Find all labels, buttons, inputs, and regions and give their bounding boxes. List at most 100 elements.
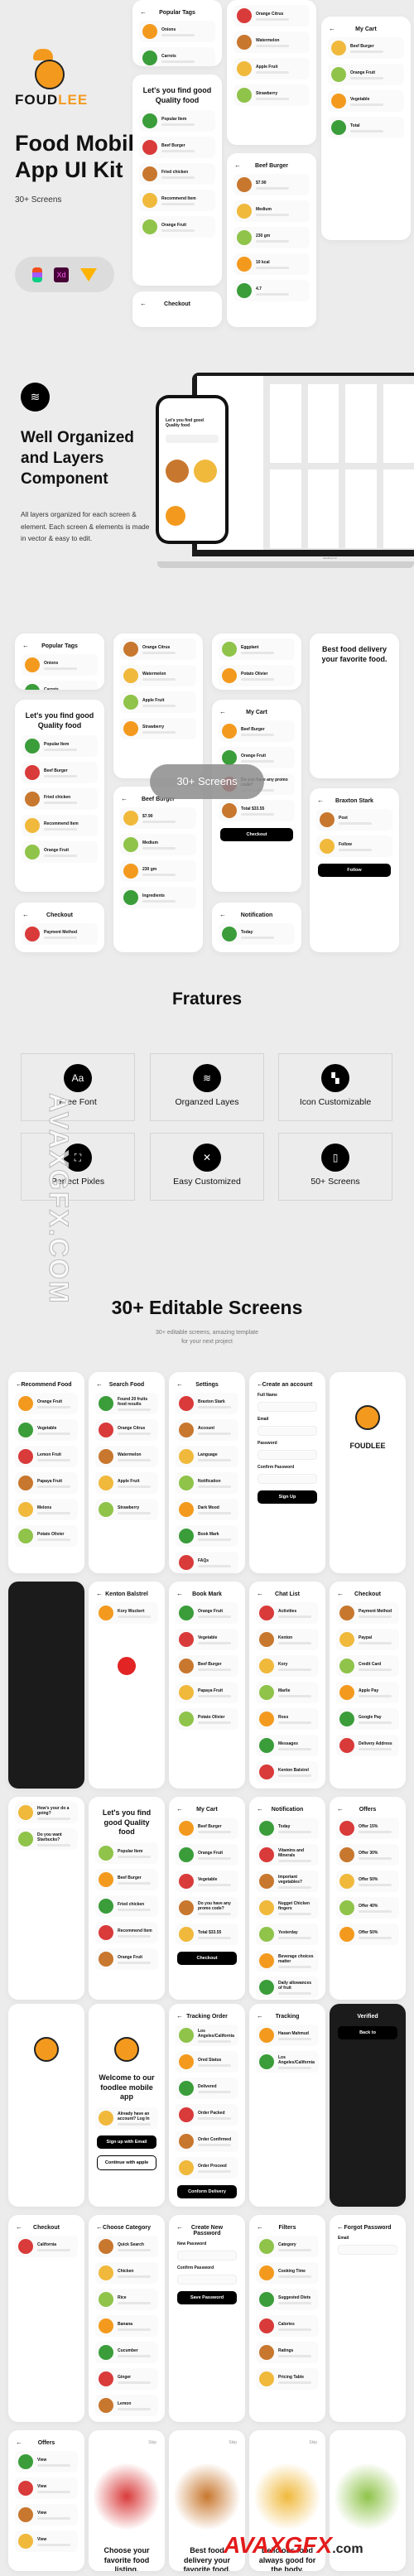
list-item[interactable]: Eggplant xyxy=(219,638,295,660)
list-item[interactable]: Marlie xyxy=(256,1682,319,1703)
list-item[interactable]: Recommend Item xyxy=(95,1922,158,1944)
list-item[interactable]: Medium xyxy=(120,834,196,855)
text-input[interactable] xyxy=(177,2251,237,2261)
back-arrow-icon[interactable]: ← xyxy=(329,25,335,32)
back-arrow-icon[interactable]: ← xyxy=(176,1805,183,1813)
list-item[interactable]: Notification xyxy=(176,1472,238,1494)
list-item[interactable]: Lemon xyxy=(95,2395,158,2416)
list-item[interactable]: Activities xyxy=(256,1602,319,1624)
list-item[interactable]: Hasan Mahmud xyxy=(256,2025,319,2046)
back-arrow-icon[interactable]: ← xyxy=(22,642,29,649)
list-item[interactable]: Offer 40% xyxy=(336,1897,399,1919)
list-item[interactable]: Orange Citrus xyxy=(120,638,196,660)
list-item[interactable]: Yesterday xyxy=(256,1924,319,1945)
list-item[interactable]: Dark Mood xyxy=(176,1499,238,1520)
list-item[interactable]: $7.90 xyxy=(233,174,310,195)
back-arrow-icon[interactable]: ← xyxy=(176,1380,183,1388)
list-item[interactable]: Book Mark xyxy=(176,1525,238,1547)
list-item[interactable]: Apple Fruit xyxy=(233,58,310,79)
list-item[interactable]: View xyxy=(15,2530,78,2552)
list-item[interactable]: Important vegetables? xyxy=(256,1871,319,1892)
list-item[interactable]: Watermelon xyxy=(95,1446,158,1467)
list-item[interactable]: Papaya Fruit xyxy=(15,1472,78,1494)
list-item[interactable]: Strawberry xyxy=(120,718,196,739)
list-item[interactable]: Total xyxy=(328,117,404,138)
list-item[interactable]: Orange Fruit xyxy=(22,841,98,864)
list-item[interactable]: Payment Method xyxy=(22,923,98,945)
primary-button[interactable]: Back to xyxy=(338,2026,397,2039)
list-item[interactable]: Fried chicken xyxy=(95,1895,158,1918)
list-item[interactable]: Cooking Time xyxy=(256,2262,319,2284)
list-item[interactable]: Kory Wuckert xyxy=(95,1602,158,1624)
list-item[interactable]: Delivered xyxy=(176,2078,238,2099)
list-item[interactable]: Beef Burger xyxy=(176,1818,238,1839)
list-item[interactable]: Banana xyxy=(95,2315,158,2337)
list-item[interactable]: Papaya Fruit xyxy=(176,1682,238,1703)
skip-button[interactable]: Skip xyxy=(148,2440,156,2445)
list-item[interactable]: Vegetable xyxy=(176,1629,238,1650)
list-item[interactable]: Ingredients xyxy=(120,887,196,908)
list-item[interactable]: Popular Item xyxy=(95,1842,158,1865)
list-item[interactable]: Do you have any promo code? xyxy=(176,1897,238,1919)
list-item[interactable]: Follow xyxy=(316,835,392,857)
list-item[interactable]: Pizza xyxy=(95,2421,158,2422)
primary-button[interactable]: Sign up with Email xyxy=(97,2135,156,2150)
list-item[interactable]: Orange Fruit xyxy=(328,64,404,85)
list-item[interactable]: Beef Burger xyxy=(139,137,215,159)
list-item[interactable]: Payment Method xyxy=(336,1602,399,1624)
back-arrow-icon[interactable]: ← xyxy=(219,708,226,715)
skip-button[interactable]: Skip xyxy=(229,2440,237,2445)
list-item[interactable]: Category xyxy=(256,2236,319,2257)
primary-button[interactable]: Sign Up xyxy=(258,1490,317,1504)
back-arrow-icon[interactable]: ← xyxy=(16,1380,22,1388)
list-item[interactable]: Fried chicken xyxy=(139,163,215,185)
list-item[interactable]: Carrots xyxy=(22,681,98,690)
list-item[interactable]: Language xyxy=(176,1446,238,1467)
list-item[interactable]: Total $33.55 xyxy=(219,800,295,821)
list-item[interactable]: Orange Fruit xyxy=(95,1948,158,1971)
back-arrow-icon[interactable]: ← xyxy=(337,1590,344,1597)
list-item[interactable]: Popular Item xyxy=(139,110,215,132)
list-item[interactable]: California xyxy=(15,2236,78,2257)
list-item[interactable]: Account xyxy=(176,1419,238,1441)
list-item[interactable]: Ross xyxy=(256,1708,319,1730)
primary-button[interactable]: Save Password xyxy=(177,2291,237,2304)
list-item[interactable]: Onions xyxy=(22,654,98,676)
list-item[interactable]: Orange Fruit xyxy=(15,1393,78,1414)
list-item[interactable]: 230 gm xyxy=(120,860,196,882)
list-item[interactable]: Orange Citrus xyxy=(233,5,310,26)
list-item[interactable]: Nugget Chicken fingers xyxy=(256,1897,319,1919)
back-arrow-icon[interactable]: ← xyxy=(140,300,147,307)
back-arrow-icon[interactable]: ← xyxy=(219,911,226,918)
text-input[interactable] xyxy=(258,1450,317,1460)
list-item[interactable]: Found 20 fruits food results xyxy=(95,1393,158,1414)
list-item[interactable]: Beef Burger xyxy=(95,1869,158,1891)
list-item[interactable]: Vegetable xyxy=(328,90,404,112)
list-item[interactable]: Vegetable xyxy=(15,1419,78,1441)
text-input[interactable] xyxy=(258,1426,317,1436)
back-arrow-icon[interactable]: ← xyxy=(257,1590,263,1597)
back-arrow-icon[interactable]: ← xyxy=(257,2012,263,2020)
back-arrow-icon[interactable]: ← xyxy=(257,2223,263,2231)
list-item[interactable]: Onions xyxy=(139,21,215,42)
list-item[interactable]: View xyxy=(15,2451,78,2472)
back-arrow-icon[interactable]: ← xyxy=(22,911,29,918)
list-item[interactable]: Order Confirmed xyxy=(176,2131,238,2152)
list-item[interactable]: Melons xyxy=(15,1499,78,1520)
list-item[interactable]: Beef Burger xyxy=(176,1655,238,1677)
list-item[interactable]: Credit Card xyxy=(336,1655,399,1677)
back-arrow-icon[interactable]: ← xyxy=(96,1590,103,1597)
list-item[interactable]: Strawberry xyxy=(233,84,310,106)
secondary-button[interactable]: Continue with apple xyxy=(97,2155,156,2171)
list-item[interactable]: Los Angeles/California xyxy=(256,2051,319,2073)
list-item[interactable]: 4.7 xyxy=(233,280,310,301)
list-item[interactable]: Braxton Stark xyxy=(176,1393,238,1414)
list-item[interactable]: Today xyxy=(256,1818,319,1839)
list-item[interactable]: Offer 50% xyxy=(336,1871,399,1892)
list-item[interactable]: Offer 50% xyxy=(336,1924,399,1945)
primary-button[interactable]: Checkout xyxy=(177,1952,237,1965)
list-item[interactable]: Apple Pay xyxy=(336,1682,399,1703)
list-item[interactable]: Calories xyxy=(256,2315,319,2337)
list-item[interactable]: Ored Status xyxy=(176,2051,238,2073)
list-item[interactable]: Watermelon xyxy=(120,665,196,686)
